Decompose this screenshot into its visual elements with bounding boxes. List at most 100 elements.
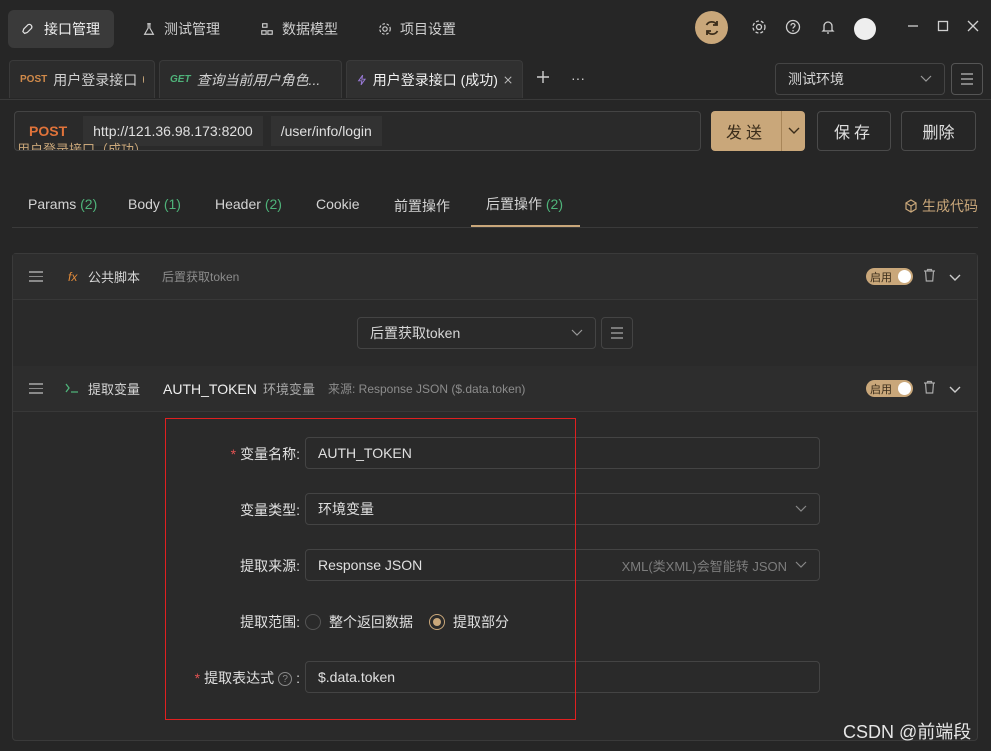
plus-icon (537, 71, 549, 83)
chevron-down-icon[interactable] (949, 381, 961, 397)
request-tab-label: 用户登录接口 (53, 71, 138, 88)
extract-title: 提取变量 (88, 382, 141, 397)
script-list-button[interactable] (601, 317, 633, 349)
tab-header[interactable]: Header (2) (215, 196, 282, 212)
save-button[interactable]: 保存 (817, 111, 891, 151)
nav-tab-label: 项目设置 (400, 21, 456, 37)
extract-var-type: 环境变量 (263, 382, 316, 397)
tab-params[interactable]: Params (2) (28, 196, 97, 212)
rocket-icon (22, 23, 33, 35)
avatar[interactable] (854, 18, 876, 40)
notifications-button[interactable] (819, 18, 837, 36)
active-tab-indicator (471, 225, 580, 227)
gear-icon (379, 23, 391, 35)
chevron-down-icon (788, 127, 799, 134)
sync-icon (705, 20, 718, 35)
send-options-button[interactable] (782, 127, 805, 135)
chevron-down-icon (571, 329, 583, 336)
request-tab-query-role[interactable]: GET 查询当前用户角色... (159, 60, 342, 98)
gear-icon (752, 20, 766, 34)
send-button[interactable]: 发送 (711, 111, 805, 151)
settings-button[interactable] (750, 18, 768, 36)
script-desc: 后置获取token (162, 270, 240, 284)
close-icon[interactable] (504, 75, 512, 85)
watermark: CSDN @前端段 (843, 722, 972, 742)
tab-label: Header (215, 196, 261, 212)
nav-tab-data-model[interactable]: 数据模型 (246, 10, 352, 48)
request-tab-login-success[interactable]: 用户登录接口 (成功) (346, 60, 523, 98)
close-window-button[interactable] (964, 17, 982, 35)
nav-tab-api-management[interactable]: 接口管理 (8, 10, 114, 48)
model-icon (261, 23, 273, 35)
nav-tab-project-settings[interactable]: 项目设置 (364, 10, 470, 48)
public-script-row[interactable]: fx 公共脚本 后置获取token 启用 (13, 254, 977, 300)
tab-label: Params (28, 196, 77, 212)
minimize-icon (908, 25, 918, 27)
send-label: 发送 (725, 125, 766, 142)
more-tabs-button[interactable]: ··· (571, 70, 585, 86)
tab-count: (1) (163, 196, 181, 212)
extract-var-name: AUTH_TOKEN (163, 380, 257, 397)
nav-tab-test-management[interactable]: 测试管理 (128, 10, 234, 48)
flask-icon (143, 23, 155, 35)
maximize-button[interactable] (934, 17, 952, 35)
nav-tab-label: 测试管理 (164, 21, 220, 37)
list-icon (611, 327, 623, 339)
tab-count: (2) (80, 196, 98, 212)
list-icon (961, 73, 973, 85)
extract-source: 来源: Response JSON ($.data.token) (328, 382, 526, 396)
maximize-icon (937, 20, 949, 32)
extract-icon (65, 381, 79, 397)
sync-button[interactable] (695, 11, 728, 44)
extract-variable-row[interactable]: 提取变量 AUTH_TOKEN 环境变量 来源: Response JSON (… (13, 366, 977, 412)
tab-cookie[interactable]: Cookie (316, 196, 360, 212)
chevron-down-icon (920, 75, 932, 82)
help-icon (785, 19, 801, 35)
extract-source-hint: XML(类XML)会智能转 JSON (621, 558, 787, 574)
url-path-input[interactable]: /user/info/login (270, 116, 382, 146)
extract-enable-toggle[interactable]: 启用 (866, 380, 913, 397)
script-select[interactable]: 后置获取token (357, 317, 596, 349)
nav-tab-label: 数据模型 (282, 21, 338, 37)
method-badge: POST (20, 74, 48, 85)
drag-handle-icon[interactable] (29, 383, 43, 394)
environment-select[interactable]: 测试环境 (775, 63, 945, 95)
request-tab-label: 查询当前用户角色... (196, 71, 321, 88)
unsaved-dot-icon (143, 76, 144, 83)
generate-code-label: 生成代码 (922, 198, 978, 214)
trash-icon[interactable] (923, 380, 936, 397)
environment-value: 测试环境 (788, 71, 844, 87)
chevron-down-icon (795, 505, 807, 512)
tab-label: Body (128, 196, 160, 212)
delete-button[interactable]: 删除 (901, 111, 976, 151)
tab-count: (2) (545, 196, 564, 212)
script-select-value: 后置获取token (370, 325, 461, 341)
highlight-box (165, 418, 576, 720)
script-title: 公共脚本 (88, 270, 141, 285)
minimize-button[interactable] (904, 17, 922, 35)
tab-label: 后置操作 (486, 196, 542, 212)
trash-icon[interactable] (923, 268, 936, 285)
tab-pre-actions[interactable]: 前置操作 (394, 196, 450, 216)
generate-code-button[interactable]: 生成代码 (904, 196, 978, 216)
url-method[interactable]: POST (15, 123, 81, 139)
chevron-down-icon (795, 561, 807, 568)
request-tab-login[interactable]: POST 用户登录接口 (9, 60, 155, 98)
method-badge: GET (170, 74, 191, 85)
add-tab-button[interactable] (535, 69, 551, 88)
close-icon (967, 20, 979, 32)
lightning-icon (357, 74, 367, 85)
help-button[interactable] (784, 18, 802, 36)
chevron-down-icon[interactable] (949, 269, 961, 285)
tab-count: (2) (264, 196, 282, 212)
fx-icon: fx (68, 269, 78, 284)
tab-body[interactable]: Body (1) (128, 196, 181, 212)
script-enable-toggle[interactable]: 启用 (866, 268, 913, 285)
request-name-subtitle: 用户登录接口（成功） (17, 142, 148, 150)
cube-icon (905, 199, 917, 213)
tab-post-actions[interactable]: 后置操作 (2) (486, 194, 563, 214)
drag-handle-icon[interactable] (29, 271, 43, 282)
environment-menu-button[interactable] (951, 63, 983, 95)
bell-icon (821, 21, 835, 34)
request-tab-label: 用户登录接口 (成功) (372, 71, 498, 88)
